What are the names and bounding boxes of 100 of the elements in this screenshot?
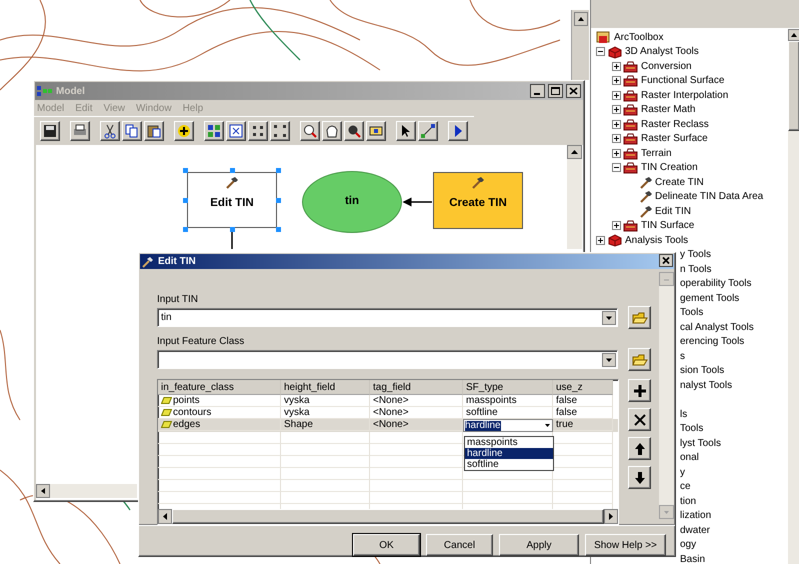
selection-handle[interactable] (276, 198, 281, 202)
tree-item[interactable]: n Tools (680, 262, 712, 277)
dropdown-menu[interactable]: masspoints hardline softline (464, 436, 554, 471)
data-node[interactable]: tin (302, 171, 402, 233)
dialog-button[interactable]: Cancel (426, 534, 493, 556)
zoom-out-button[interactable] (344, 121, 364, 141)
tool-node[interactable]: Edit TIN (187, 172, 277, 228)
tree-item[interactable]: ArcToolbox (614, 30, 664, 45)
tree-item[interactable]: lyst Tools (680, 436, 721, 451)
expand-icon[interactable] (612, 120, 621, 129)
scrollbar[interactable] (36, 484, 137, 498)
tree-item[interactable]: onal (680, 450, 699, 466)
dropdown-field[interactable]: tin (157, 308, 618, 327)
scroll-up-icon[interactable] (574, 12, 588, 26)
tree-item[interactable]: ls (680, 406, 688, 422)
selection-handle[interactable] (230, 168, 234, 173)
scroll-left-icon[interactable] (158, 509, 172, 524)
scrollbar[interactable] (788, 29, 799, 564)
minimize-icon[interactable] (530, 84, 545, 98)
tree-item[interactable]: Delineate TIN Data Area (655, 189, 764, 204)
expand-icon[interactable] (612, 62, 621, 71)
tree-item[interactable]: Basin (680, 552, 706, 564)
tree-item[interactable]: dwater (680, 522, 710, 538)
tree-item[interactable]: Functional Surface (641, 73, 724, 88)
column-header[interactable]: SF_type (463, 380, 553, 395)
maximize-icon[interactable] (548, 84, 563, 98)
selection-handle[interactable] (230, 227, 234, 232)
tree-item[interactable]: 3D Analyst Tools (625, 44, 699, 60)
grid-layout-button[interactable] (204, 121, 224, 141)
close-icon[interactable] (566, 84, 581, 98)
tree-item[interactable]: sion Tools (680, 363, 724, 378)
list-option[interactable]: hardline (465, 448, 553, 459)
paste-button[interactable] (144, 121, 164, 141)
collapse-icon[interactable] (612, 163, 621, 172)
selection-handle[interactable] (183, 198, 188, 202)
tree-item[interactable]: lization (680, 508, 712, 524)
dialog-button[interactable]: Apply (499, 534, 579, 556)
scroll-up-icon[interactable] (788, 29, 799, 41)
browse-button[interactable] (628, 306, 651, 329)
layout-button[interactable] (366, 121, 386, 141)
tree-item[interactable]: Tools (680, 305, 704, 320)
scrollbar[interactable] (571, 10, 589, 80)
expand-icon[interactable] (612, 90, 621, 100)
add-data-button[interactable] (174, 121, 194, 141)
run-button[interactable] (448, 121, 468, 141)
tool-node[interactable]: Create TIN (433, 172, 523, 229)
close-icon[interactable] (659, 254, 673, 267)
list-option[interactable]: softline (465, 459, 553, 470)
selection-handle[interactable] (276, 227, 281, 232)
tree-item[interactable]: y (680, 464, 685, 480)
add-button[interactable] (628, 379, 651, 402)
expand-icon[interactable] (612, 105, 621, 114)
tree-item[interactable]: Analysis Tools (625, 232, 688, 248)
zoom-in-button[interactable] (300, 121, 320, 141)
dots-button[interactable] (248, 121, 268, 141)
move-up-button[interactable] (628, 437, 651, 460)
selection-handle[interactable] (183, 168, 188, 173)
save-button[interactable] (40, 121, 60, 141)
tree-item[interactable]: TIN Creation (641, 160, 698, 176)
full-extent-button[interactable] (226, 121, 246, 141)
tree-item[interactable]: operability Tools (680, 276, 752, 292)
column-header[interactable]: in_feature_class (158, 380, 281, 395)
tree-item[interactable]: tion (680, 494, 696, 509)
tree-item[interactable]: erencing Tools (680, 334, 744, 350)
tree-item[interactable]: nalyst Tools (680, 378, 732, 393)
print-button[interactable] (70, 121, 90, 141)
scroll-up-icon[interactable] (567, 145, 582, 159)
pointer-button[interactable] (396, 121, 416, 141)
column-header[interactable]: height_field (281, 380, 370, 395)
list-option[interactable]: masspoints (465, 437, 553, 448)
selection-handle[interactable] (276, 168, 281, 173)
tree-item[interactable]: s (680, 348, 685, 364)
dialog-button[interactable]: Show Help >> (585, 534, 666, 556)
scrollbar[interactable] (158, 509, 618, 524)
tree-item[interactable]: TIN Surface (641, 218, 694, 234)
dropdown-field[interactable]: hardline (463, 419, 553, 432)
expand-icon[interactable] (612, 76, 621, 86)
tree-item[interactable]: cal Analyst Tools (680, 320, 754, 335)
expand-icon[interactable] (612, 221, 621, 230)
tree-item[interactable]: Create TIN (655, 174, 704, 190)
delete-button[interactable] (628, 408, 651, 431)
tree-item[interactable]: Raster Reclass (641, 116, 709, 132)
column-header[interactable]: use_z (553, 380, 613, 395)
tree-item[interactable]: Terrain (641, 146, 672, 161)
tree-item[interactable]: Raster Surface (641, 131, 708, 146)
tree-item[interactable]: ogy (680, 537, 696, 552)
tree-item[interactable]: ce (680, 479, 691, 494)
move-down-button[interactable] (628, 466, 651, 489)
browse-button[interactable] (628, 348, 651, 371)
tree-item[interactable]: y Tools (680, 247, 711, 262)
dots-button[interactable] (270, 121, 290, 141)
collapse-icon[interactable] (596, 47, 605, 56)
expand-icon[interactable] (612, 134, 621, 144)
scroll-right-icon[interactable] (604, 509, 618, 524)
connect-button[interactable] (418, 121, 438, 141)
selection-handle[interactable] (183, 227, 188, 232)
tree-item[interactable]: Raster Math (641, 102, 696, 118)
tree-item[interactable]: Conversion (641, 58, 692, 74)
scrollbar[interactable] (567, 145, 582, 249)
pan-button[interactable] (322, 121, 342, 141)
